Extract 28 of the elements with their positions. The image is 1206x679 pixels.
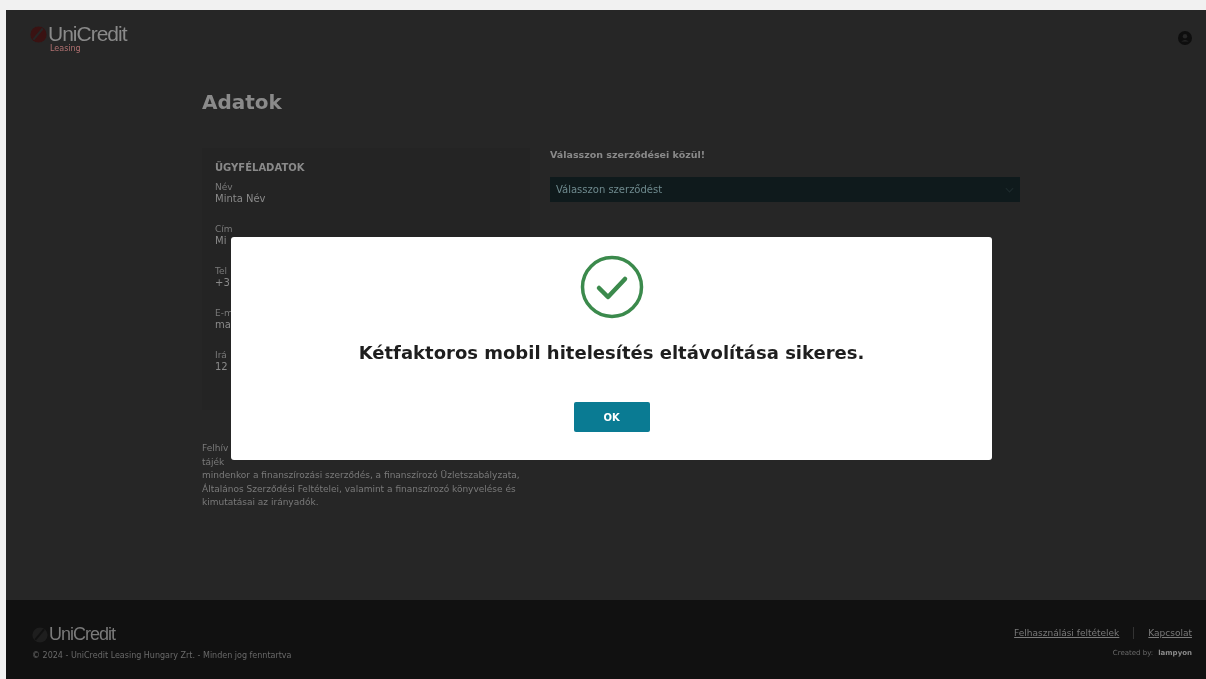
field-label: Irá — [215, 350, 227, 362]
field-value: +3 — [215, 277, 230, 290]
contract-select[interactable]: Válasszon szerződést — [550, 177, 1020, 202]
field-label: Név — [215, 182, 233, 194]
footer-link[interactable]: Kapcsolat — [1148, 628, 1192, 638]
field-label: Tel — [215, 266, 227, 278]
notice-text: kimutatásai az irányadók. — [202, 496, 319, 509]
logo-subtitle: Leasing — [50, 44, 81, 53]
user-icon[interactable] — [1178, 31, 1192, 45]
field-value: Minta Név — [215, 193, 266, 206]
notice-text: tájék — [202, 455, 225, 469]
field-label: Cím — [215, 224, 233, 236]
logo-text: UniCredit — [48, 22, 127, 45]
dialog-message: Kétfaktoros mobil hitelesítés eltávolítása sikeres. — [358, 342, 865, 363]
page-title: Adatok — [202, 90, 283, 116]
footer-logo-text: UniCredit — [49, 624, 116, 645]
copyright-text: © 2024 - UniCredit Leasing Hungary Zrt. - Minden jog fenntartva — [32, 651, 292, 660]
ok-button[interactable]: OK — [573, 402, 650, 432]
notice-text: mindenkor a finanszírozási szerződés, a finanszírozó Üzletszabályzata, — [202, 469, 520, 482]
field-value: Mi — [215, 235, 227, 248]
select-label: Válasszon szerződései közül! — [550, 149, 707, 160]
field-value: 12 — [215, 361, 228, 374]
notice-text: Általános Szerződési Feltételei, valamint a finanszírozó könyvelése és — [202, 482, 516, 496]
check-circle-icon — [579, 255, 644, 319]
notice-text: Felhív — [202, 442, 229, 455]
footer-link[interactable]: Felhasználási feltételek — [1014, 628, 1120, 638]
field-value: ma — [215, 319, 231, 332]
card-heading: ÜGYFÉLADATOK — [215, 162, 306, 173]
